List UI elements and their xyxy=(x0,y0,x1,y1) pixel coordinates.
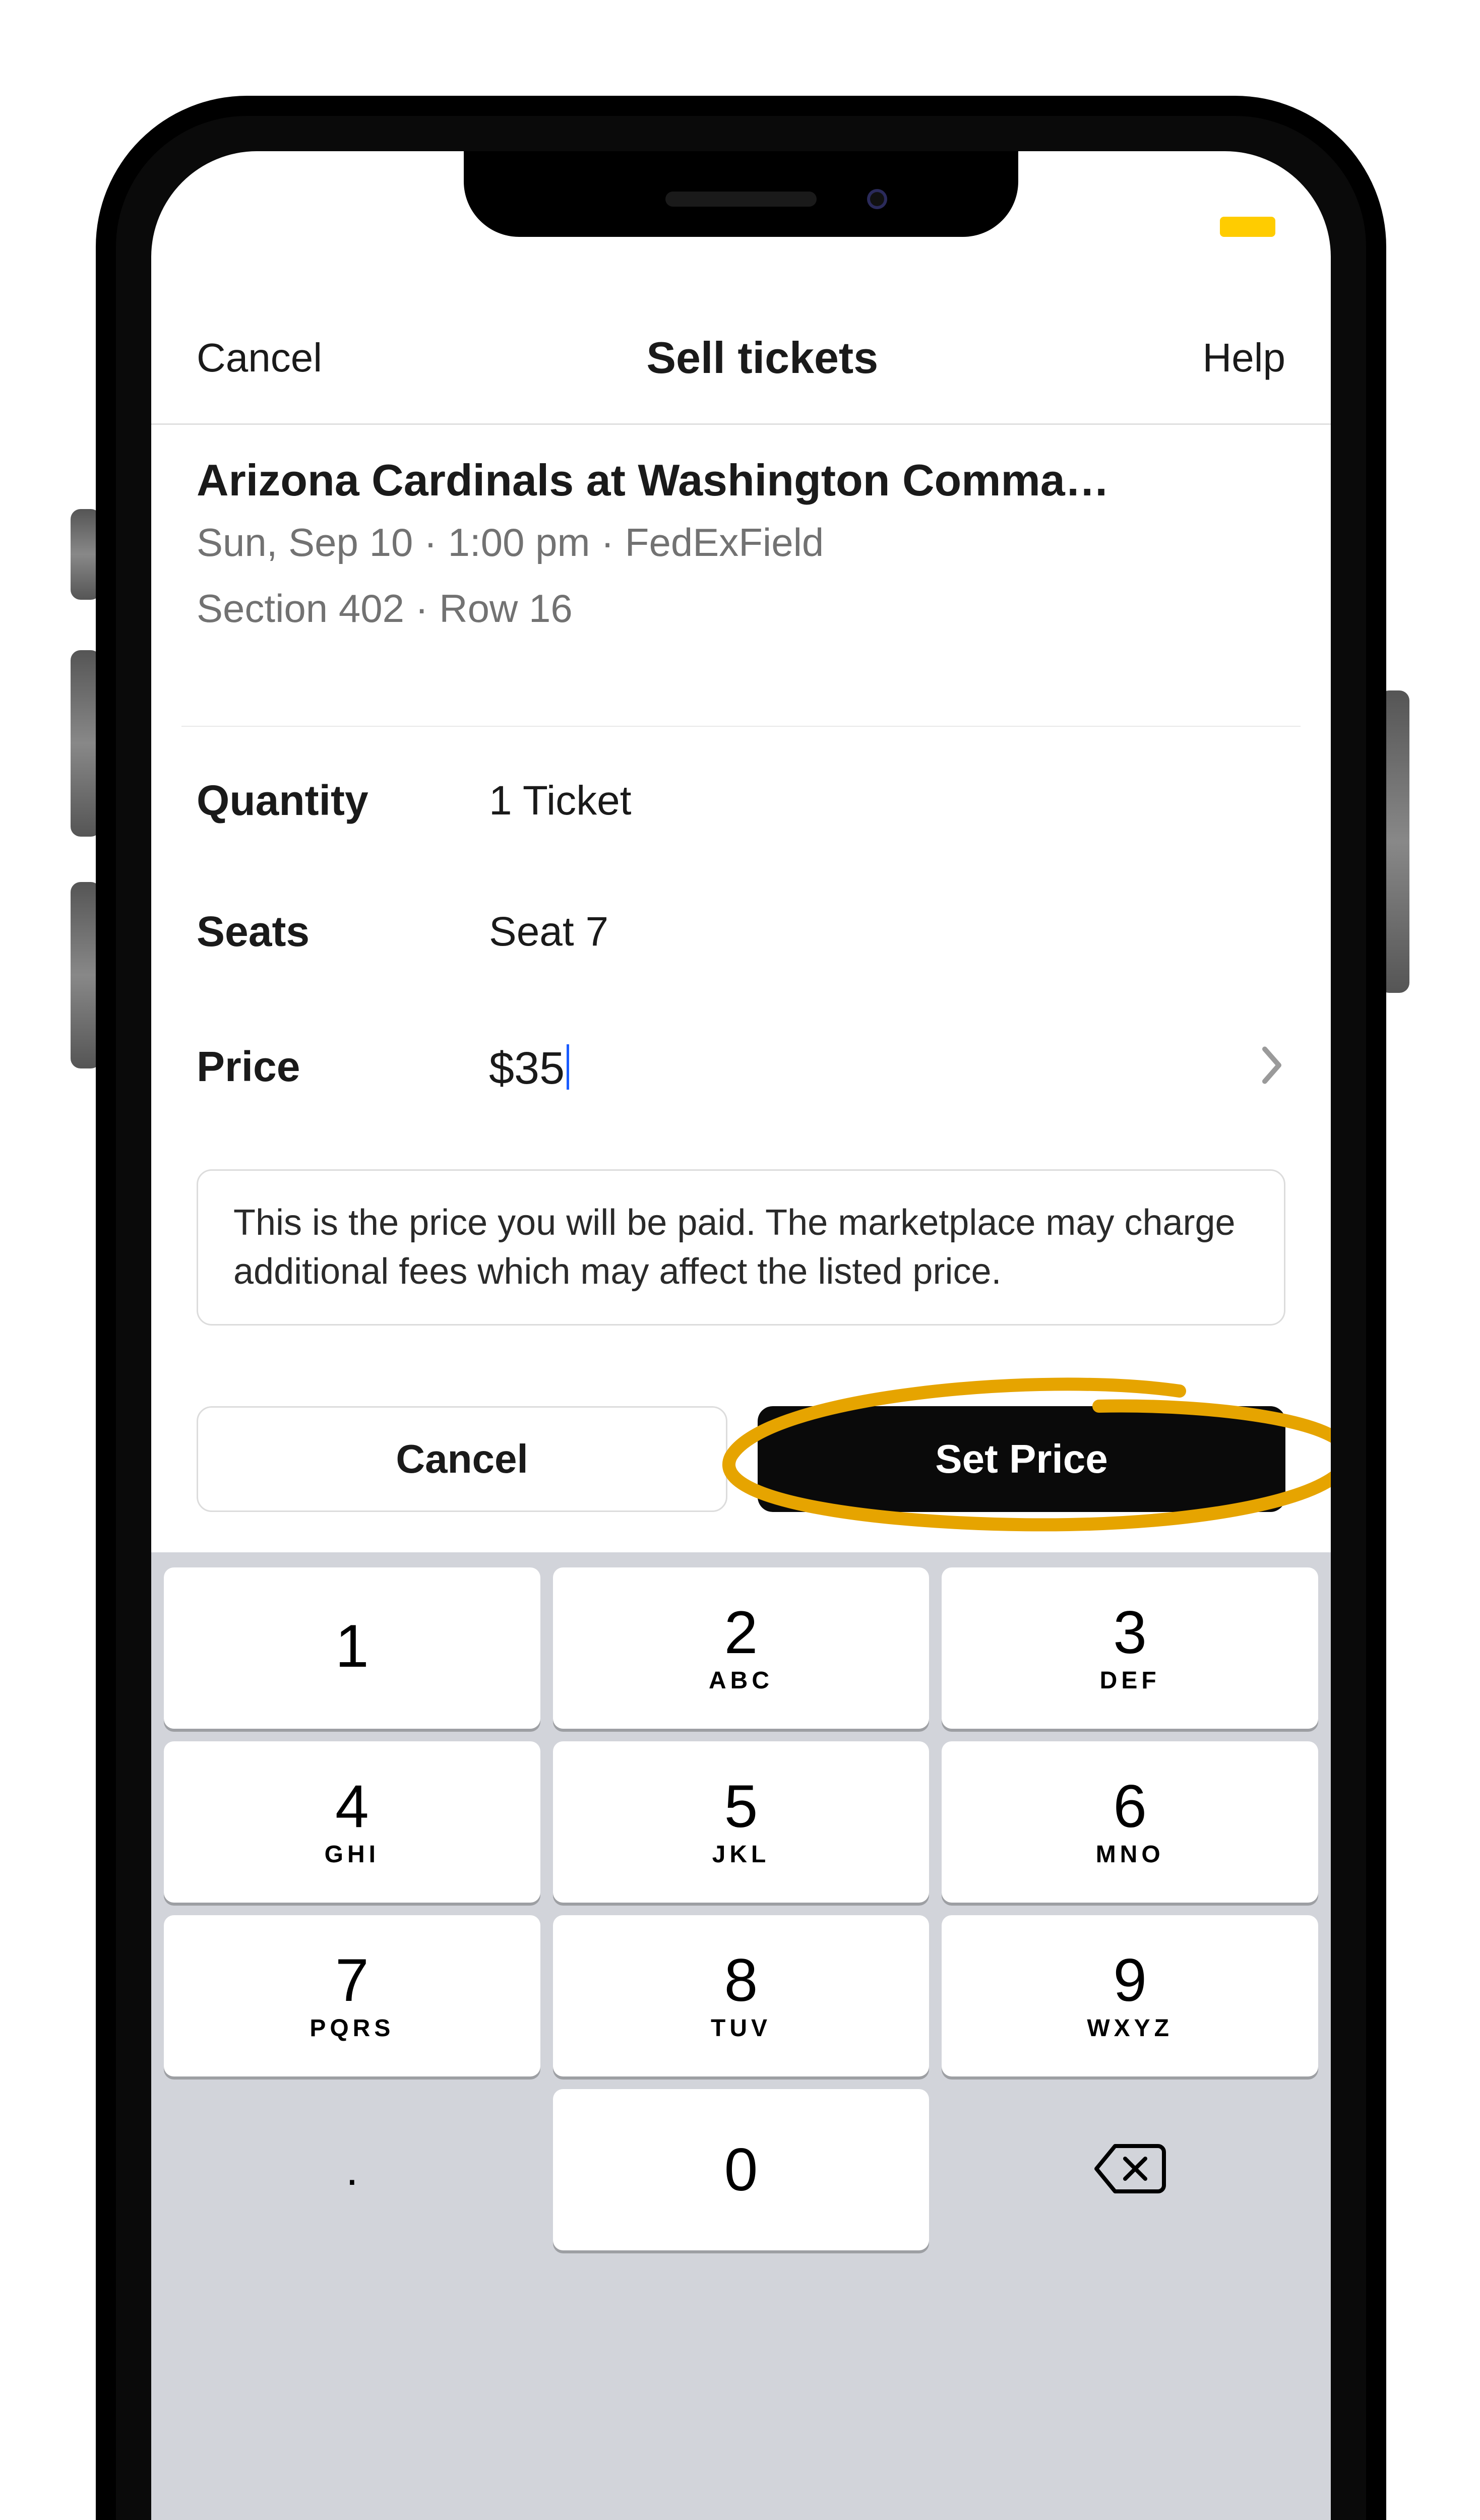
text-cursor xyxy=(567,1044,569,1090)
screen: Cancel Sell tickets Help Arizona Cardina… xyxy=(151,151,1331,2520)
event-subtitle: Sun, Sep 10 · 1:00 pm · FedExField xyxy=(197,520,1285,565)
nav-header: Cancel Sell tickets Help xyxy=(151,307,1331,408)
quantity-label: Quantity xyxy=(197,776,489,825)
status-indicator xyxy=(1220,217,1275,237)
backspace-icon xyxy=(1092,2141,1168,2199)
set-price-button[interactable]: Set Price xyxy=(758,1406,1285,1512)
event-title: Arizona Cardinals at Washington Comma… xyxy=(197,454,1285,507)
key-4[interactable]: 4GHI xyxy=(164,1741,540,1903)
phone-frame: Cancel Sell tickets Help Arizona Cardina… xyxy=(96,96,1386,2520)
key-dot[interactable]: . xyxy=(164,2089,540,2250)
key-1[interactable]: 1 xyxy=(164,1567,540,1729)
front-camera xyxy=(867,189,887,209)
cancel-link[interactable]: Cancel xyxy=(197,335,322,381)
price-info-box: This is the price you will be paid. The … xyxy=(197,1169,1285,1326)
key-7[interactable]: 7PQRS xyxy=(164,1915,540,2076)
event-seat-location: Section 402 · Row 16 xyxy=(197,586,1285,632)
key-5[interactable]: 5JKL xyxy=(553,1741,930,1903)
key-3[interactable]: 3DEF xyxy=(942,1567,1318,1729)
key-backspace[interactable] xyxy=(942,2089,1318,2250)
help-link[interactable]: Help xyxy=(1202,335,1285,381)
quantity-row: Quantity 1 Ticket xyxy=(197,776,1285,825)
key-8[interactable]: 8TUV xyxy=(553,1915,930,2076)
numeric-keypad: 1 2ABC 3DEF 4GHI 5JKL 6MNO 7PQRS 8TUV 9W… xyxy=(151,1552,1331,2520)
speaker-grille xyxy=(665,192,817,207)
price-value-text: $35 xyxy=(489,1043,565,1095)
quantity-value: 1 Ticket xyxy=(489,777,632,825)
seats-value: Seat 7 xyxy=(489,908,608,956)
action-row: Cancel Set Price xyxy=(197,1406,1285,1512)
event-block: Arizona Cardinals at Washington Comma… S… xyxy=(197,454,1285,632)
seats-row: Seats Seat 7 xyxy=(197,907,1285,956)
set-price-label: Set Price xyxy=(935,1436,1107,1482)
price-label: Price xyxy=(197,1042,489,1091)
divider xyxy=(181,726,1301,727)
key-2[interactable]: 2ABC xyxy=(553,1567,930,1729)
price-row[interactable]: Price $35 xyxy=(197,1038,1285,1095)
page-title: Sell tickets xyxy=(646,332,878,384)
cancel-button[interactable]: Cancel xyxy=(197,1406,727,1512)
price-input[interactable]: $35 xyxy=(489,1038,569,1095)
chevron-right-icon[interactable] xyxy=(1260,1045,1285,1088)
key-0[interactable]: 0 xyxy=(553,2089,930,2250)
notch xyxy=(464,151,1018,237)
key-9[interactable]: 9WXYZ xyxy=(942,1915,1318,2076)
divider xyxy=(151,423,1331,425)
key-6[interactable]: 6MNO xyxy=(942,1741,1318,1903)
seats-label: Seats xyxy=(197,907,489,956)
